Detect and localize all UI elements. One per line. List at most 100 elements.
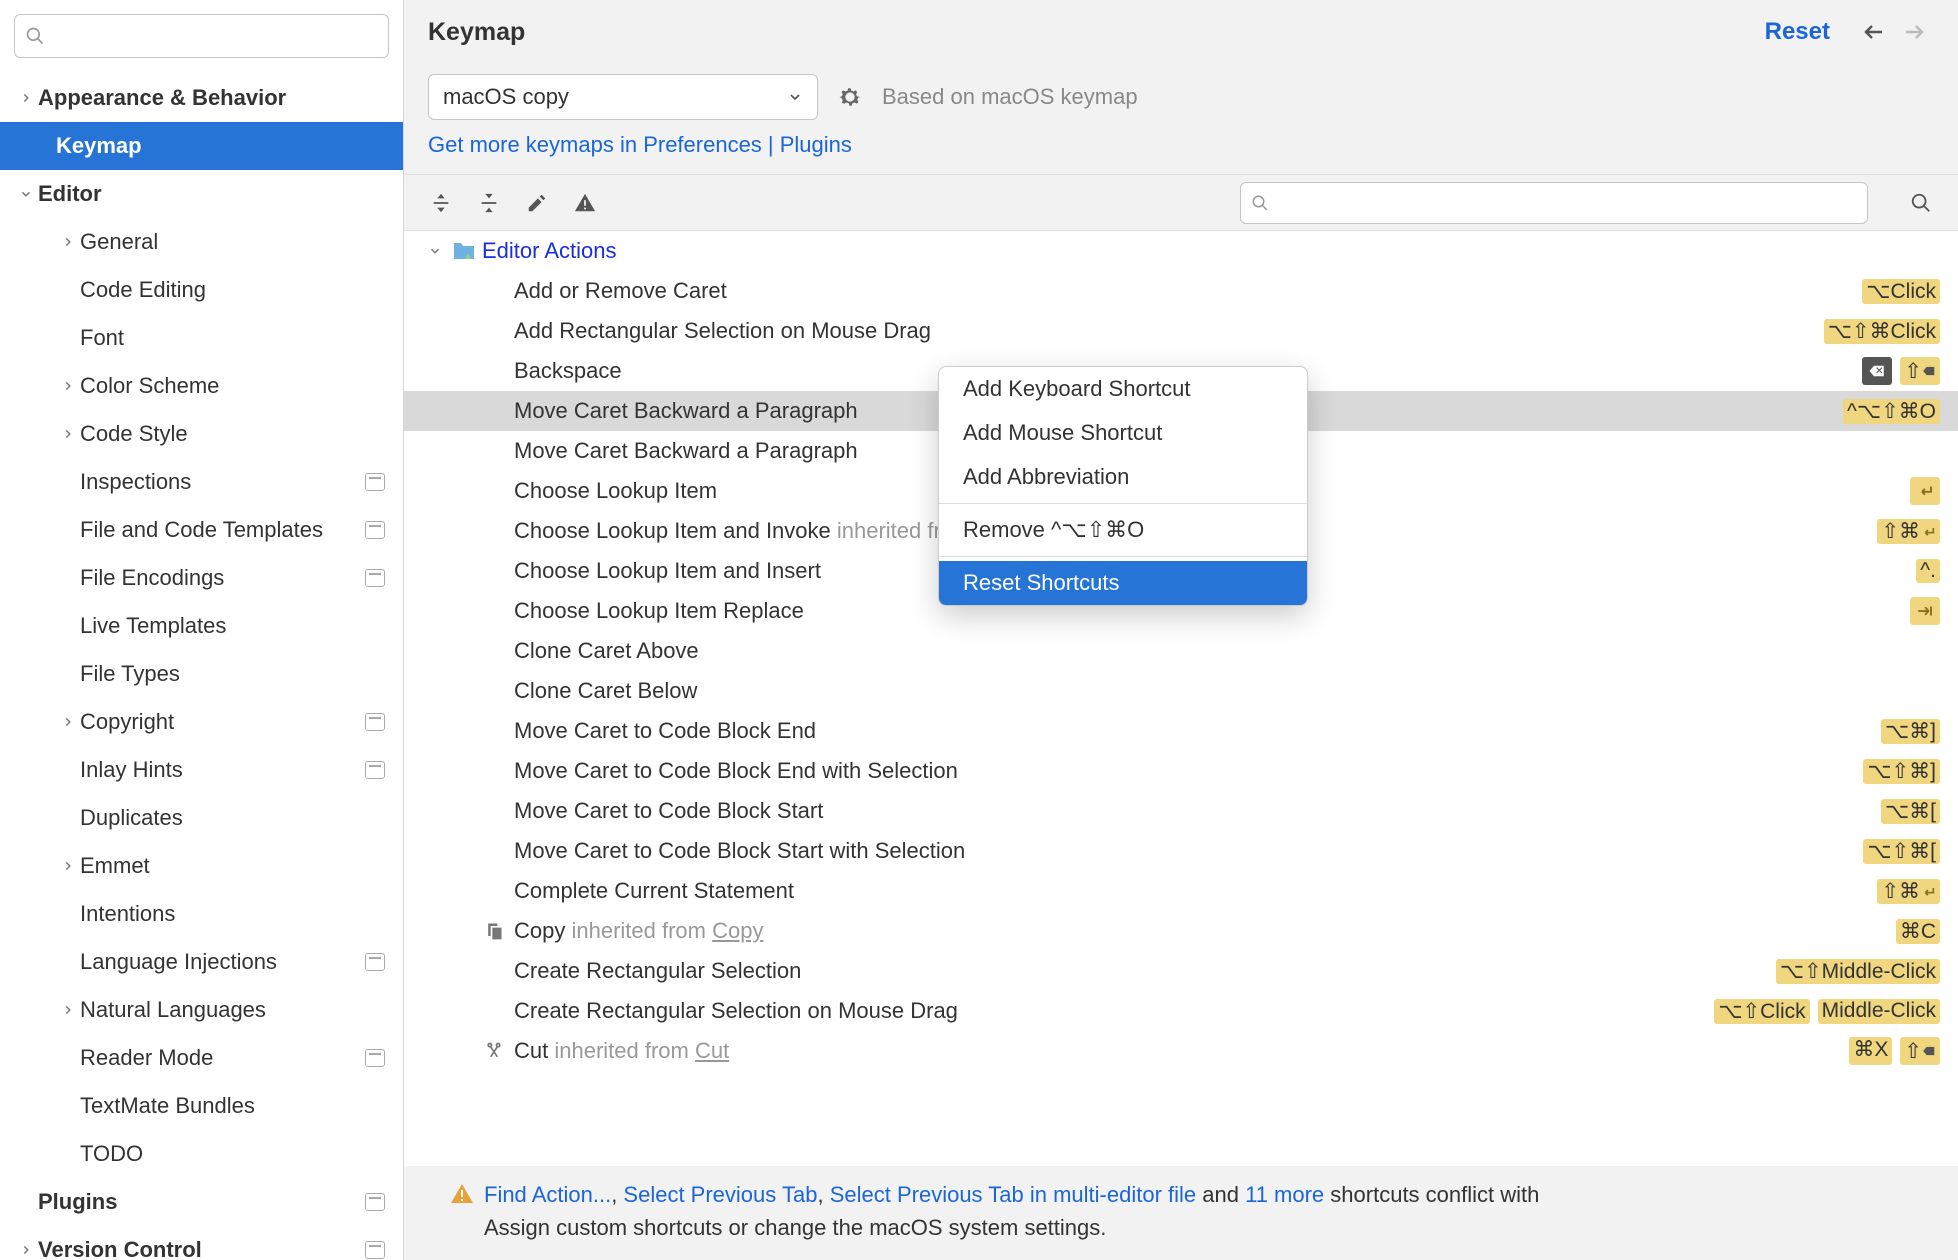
sidebar-item[interactable]: Keymap bbox=[0, 122, 403, 170]
action-row[interactable]: Create Rectangular Selection on Mouse Dr… bbox=[404, 991, 1958, 1031]
sidebar-item[interactable]: Font bbox=[0, 314, 403, 362]
settings-tree[interactable]: Appearance & BehaviorKeymap Editor General… bbox=[0, 68, 403, 1260]
context-menu: Add Keyboard Shortcut Add Mouse Shortcut… bbox=[938, 366, 1308, 606]
shortcut-cell: ⇧⌘ bbox=[1877, 519, 1940, 544]
scope-badge-icon bbox=[365, 953, 385, 971]
sidebar-item[interactable]: File and Code Templates bbox=[0, 506, 403, 554]
sidebar-item[interactable]: TODO bbox=[0, 1130, 403, 1178]
scope-badge-icon bbox=[365, 761, 385, 779]
sidebar-search-input[interactable] bbox=[53, 26, 378, 46]
sidebar-item-label: General bbox=[80, 229, 158, 255]
sidebar-item[interactable]: Code Editing bbox=[0, 266, 403, 314]
shortcut-badge: ⌥⇧Click bbox=[1714, 999, 1809, 1024]
category-row[interactable]: Editor Actions bbox=[404, 231, 1958, 271]
gear-icon[interactable] bbox=[836, 83, 864, 111]
sidebar-item-label: Code Style bbox=[80, 421, 188, 447]
sidebar-item[interactable]: Copyright bbox=[0, 698, 403, 746]
sidebar-item[interactable]: Reader Mode bbox=[0, 1034, 403, 1082]
conflict-more-link[interactable]: 11 more bbox=[1245, 1182, 1324, 1207]
action-row[interactable]: Add or Remove Caret⌥Click bbox=[404, 271, 1958, 311]
chevron-right-icon bbox=[56, 427, 80, 441]
conflict-link-3[interactable]: Select Previous Tab in multi-editor file bbox=[830, 1182, 1196, 1207]
chevron-right-icon bbox=[14, 1243, 38, 1257]
reset-link[interactable]: Reset bbox=[1765, 18, 1830, 46]
action-search-input[interactable] bbox=[1277, 193, 1857, 213]
action-label: Clone Caret Above bbox=[514, 638, 1940, 664]
action-label: Complete Current Statement bbox=[514, 878, 1877, 904]
keymap-dropdown[interactable]: macOS copy bbox=[428, 74, 818, 120]
collapse-all-icon[interactable] bbox=[476, 190, 502, 216]
get-more-link[interactable]: Get more keymaps in Preferences | Plugin… bbox=[428, 132, 852, 157]
scope-badge-icon bbox=[365, 1241, 385, 1259]
shortcut-cell: ⌥⌘] bbox=[1881, 719, 1940, 744]
sidebar-item[interactable]: TextMate Bundles bbox=[0, 1082, 403, 1130]
shortcut-cell: ⌥⇧Click Middle-Click bbox=[1714, 999, 1940, 1024]
action-tree[interactable]: Editor Actions Add or Remove Caret⌥Click… bbox=[404, 230, 1958, 1166]
ctx-add-abbrev[interactable]: Add Abbreviation bbox=[939, 455, 1307, 499]
action-row[interactable]: Move Caret to Code Block Start with Sele… bbox=[404, 831, 1958, 871]
sidebar-item[interactable]: Natural Languages bbox=[0, 986, 403, 1034]
sidebar-item[interactable]: Inlay Hints bbox=[0, 746, 403, 794]
action-row[interactable]: Clone Caret Below bbox=[404, 671, 1958, 711]
sidebar-item[interactable]: Live Templates bbox=[0, 602, 403, 650]
shortcut-badge: ⇧⌘ bbox=[1877, 519, 1940, 544]
ctx-add-keyboard[interactable]: Add Keyboard Shortcut bbox=[939, 367, 1307, 411]
warning-icon bbox=[450, 1182, 474, 1206]
conflict-link-1[interactable]: Find Action... bbox=[484, 1182, 611, 1207]
sidebar-item[interactable]: Inspections bbox=[0, 458, 403, 506]
sidebar-item-label: Live Templates bbox=[80, 613, 226, 639]
shortcut-badge: Middle-Click bbox=[1818, 999, 1940, 1024]
sidebar-item[interactable]: General bbox=[0, 218, 403, 266]
sidebar-item[interactable]: Color Scheme bbox=[0, 362, 403, 410]
nav-back-button[interactable] bbox=[1854, 12, 1894, 52]
sidebar-item[interactable]: Intentions bbox=[0, 890, 403, 938]
inherited-label: inherited from Copy bbox=[565, 918, 763, 943]
sidebar-search[interactable] bbox=[14, 14, 389, 58]
shortcut-badge: ⌘C bbox=[1896, 919, 1940, 944]
action-search[interactable] bbox=[1240, 182, 1868, 224]
chevron-down-icon bbox=[14, 187, 38, 201]
sidebar-item[interactable]: Plugins bbox=[0, 1178, 403, 1226]
sidebar-item[interactable]: Version Control bbox=[0, 1226, 403, 1260]
chevron-right-icon bbox=[56, 379, 80, 393]
conflict-text: shortcuts conflict with bbox=[1330, 1182, 1539, 1207]
separator bbox=[939, 556, 1307, 557]
action-row[interactable]: Move Caret to Code Block Start⌥⌘[ bbox=[404, 791, 1958, 831]
action-row[interactable]: Copy inherited from Copy⌘C bbox=[404, 911, 1958, 951]
find-shortcut-icon[interactable] bbox=[1908, 190, 1934, 216]
copy-icon bbox=[484, 921, 514, 941]
based-on-label: Based on macOS keymap bbox=[882, 84, 1138, 110]
shortcut-cell: ⌥⇧⌘] bbox=[1863, 759, 1940, 784]
chevron-down-icon bbox=[787, 89, 803, 105]
search-icon bbox=[25, 26, 45, 46]
sidebar-item[interactable]: Code Style bbox=[0, 410, 403, 458]
ctx-add-mouse[interactable]: Add Mouse Shortcut bbox=[939, 411, 1307, 455]
sidebar-item[interactable]: Emmet bbox=[0, 842, 403, 890]
shortcut-badge: ⌘X bbox=[1849, 1037, 1892, 1065]
action-row[interactable]: Add Rectangular Selection on Mouse Drag⌥… bbox=[404, 311, 1958, 351]
sidebar-item[interactable]: Language Injections bbox=[0, 938, 403, 986]
scope-badge-icon bbox=[365, 521, 385, 539]
ctx-remove[interactable]: Remove ^⌥⇧⌘O bbox=[939, 508, 1307, 552]
chevron-right-icon bbox=[56, 859, 80, 873]
keymap-controls: macOS copy Based on macOS keymap bbox=[404, 64, 1958, 124]
action-row[interactable]: Complete Current Statement⇧⌘ bbox=[404, 871, 1958, 911]
conflict-link-2[interactable]: Select Previous Tab bbox=[623, 1182, 817, 1207]
expand-all-icon[interactable] bbox=[428, 190, 454, 216]
action-row[interactable]: Create Rectangular Selection⌥⇧Middle-Cli… bbox=[404, 951, 1958, 991]
chevron-right-icon bbox=[56, 235, 80, 249]
edit-icon[interactable] bbox=[524, 190, 550, 216]
sidebar-item[interactable]: File Encodings bbox=[0, 554, 403, 602]
action-row[interactable]: Cut inherited from Cut⌘X⇧ bbox=[404, 1031, 1958, 1071]
warning-icon[interactable] bbox=[572, 190, 598, 216]
action-row[interactable]: Move Caret to Code Block End with Select… bbox=[404, 751, 1958, 791]
sidebar-item[interactable]: File Types bbox=[0, 650, 403, 698]
action-row[interactable]: Clone Caret Above bbox=[404, 631, 1958, 671]
sidebar-item-label: Editor bbox=[38, 181, 102, 207]
sidebar-item[interactable]: Duplicates bbox=[0, 794, 403, 842]
sidebar-item[interactable]: Appearance & Behavior bbox=[0, 74, 403, 122]
ctx-reset-shortcuts[interactable]: Reset Shortcuts bbox=[939, 561, 1307, 605]
sidebar-item-label: File Encodings bbox=[80, 565, 224, 591]
action-row[interactable]: Move Caret to Code Block End⌥⌘] bbox=[404, 711, 1958, 751]
sidebar-item[interactable]: Editor bbox=[0, 170, 403, 218]
